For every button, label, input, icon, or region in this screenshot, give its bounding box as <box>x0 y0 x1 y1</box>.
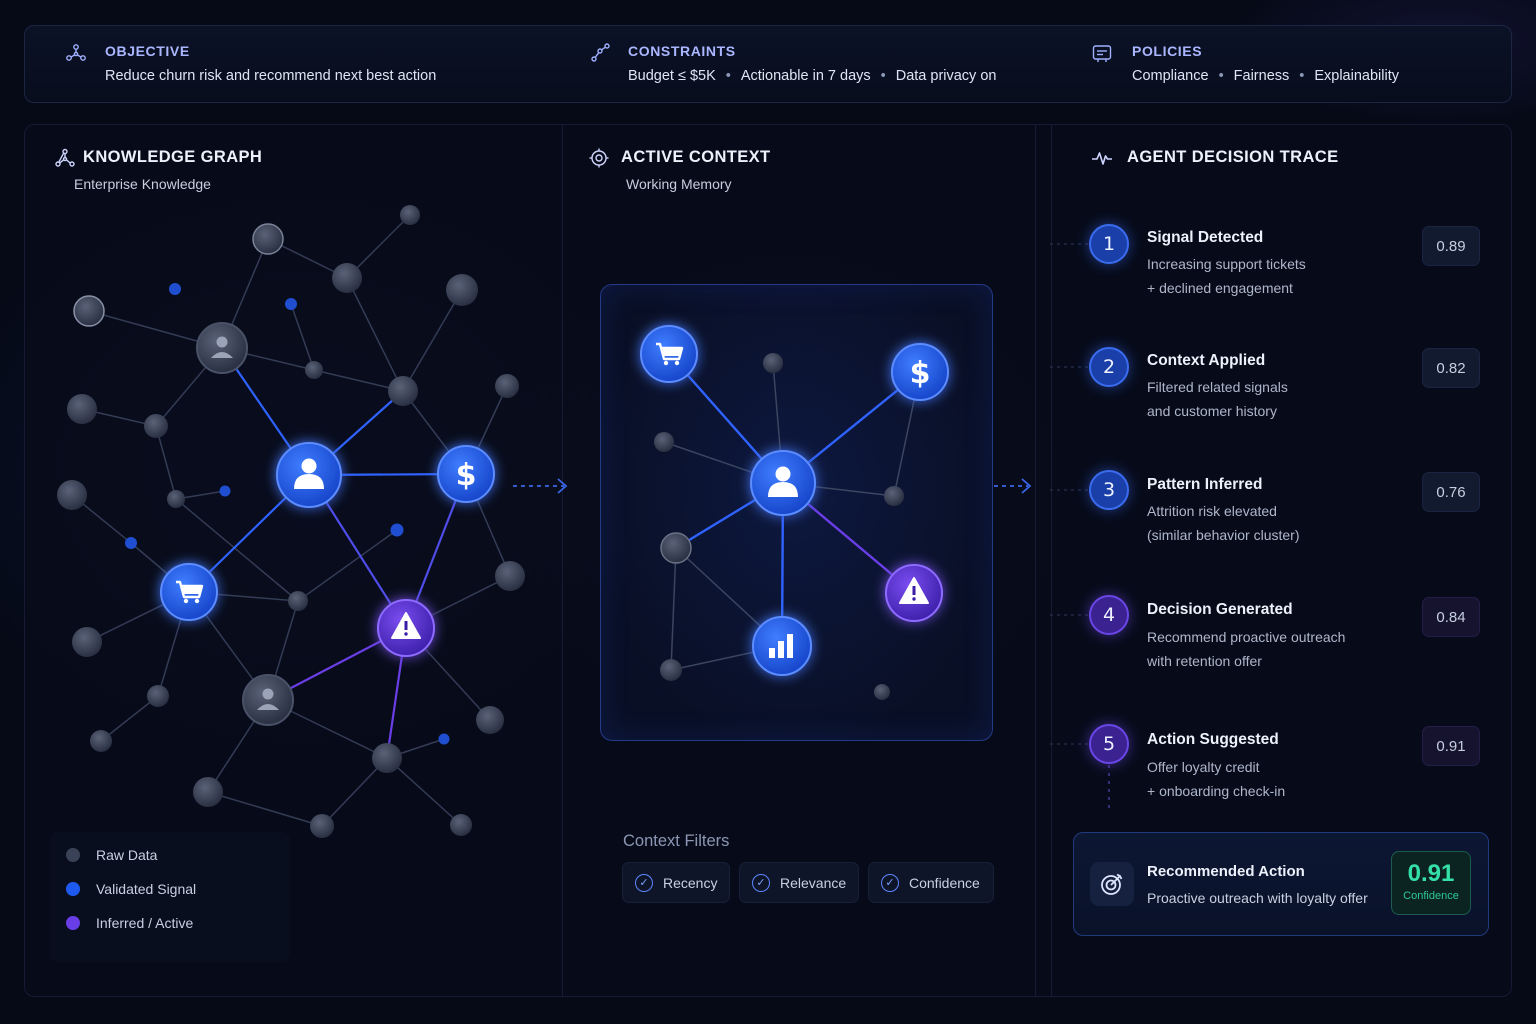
step-title: Context Applied <box>1147 352 1266 369</box>
step-description: Attrition risk elevated (similar behavior… <box>1147 500 1397 547</box>
confidence-value: 0.91 <box>1407 860 1455 887</box>
pulse-icon <box>1092 152 1112 165</box>
step-number: 5 <box>1089 724 1129 764</box>
step-desc-line: + onboarding check-in <box>1147 782 1286 799</box>
check-icon: ✓ <box>752 873 770 892</box>
context-user-node <box>750 450 816 516</box>
step-title: Signal Detected <box>1147 229 1264 246</box>
context-dollar-node: $ <box>891 343 949 401</box>
step-number: 3 <box>1089 470 1129 510</box>
context-cart-node <box>640 325 698 383</box>
step-description: Recommend proactive outreach with retenti… <box>1147 626 1397 673</box>
context-warning-node <box>885 564 943 622</box>
step-desc-line: Increasing support tickets <box>1147 256 1306 272</box>
confidence-badge: 0.91 Confidence <box>1391 851 1471 915</box>
target-arrow-icon <box>1090 862 1134 906</box>
step-number: 1 <box>1089 224 1129 264</box>
filter-label: Recency <box>663 874 718 891</box>
svg-text:$: $ <box>910 356 931 391</box>
step-score: 0.82 <box>1422 348 1480 388</box>
context-filters-title: Context Filters <box>623 832 730 850</box>
filter-label: Confidence <box>909 874 980 891</box>
step-description: Filtered related signals and customer his… <box>1147 376 1397 423</box>
step-score: 0.84 <box>1422 597 1480 637</box>
step-score: 0.91 <box>1422 726 1480 766</box>
filter-relevance[interactable]: ✓ Relevance <box>739 862 859 903</box>
step-description: Increasing support tickets + declined eng… <box>1147 253 1397 300</box>
filter-label: Relevance <box>780 874 847 891</box>
decision-trace-title: AGENT DECISION TRACE <box>1127 148 1339 166</box>
step-desc-line: and customer history <box>1147 402 1277 419</box>
step-number: 2 <box>1089 347 1129 387</box>
step-title: Pattern Inferred <box>1147 476 1263 493</box>
step-desc-line: + declined engagement <box>1147 279 1293 296</box>
step-desc-line: Filtered related signals <box>1147 379 1288 395</box>
check-icon: ✓ <box>881 873 899 892</box>
step-desc-line: with retention offer <box>1147 652 1262 669</box>
step-score: 0.76 <box>1422 472 1480 512</box>
recommended-action-card[interactable]: Recommended Action Proactive outreach wi… <box>1073 832 1489 936</box>
filter-recency[interactable]: ✓ Recency <box>622 862 730 903</box>
confidence-label: Confidence <box>1403 890 1459 902</box>
recommended-action-title: Recommended Action <box>1147 863 1305 880</box>
filter-confidence[interactable]: ✓ Confidence <box>868 862 994 903</box>
step-number: 4 <box>1089 595 1129 635</box>
step-desc-line: Offer loyalty credit <box>1147 759 1260 775</box>
step-score: 0.89 <box>1422 226 1480 266</box>
recommended-action-text: Proactive outreach with loyalty offer <box>1147 890 1368 906</box>
step-desc-line: Recommend proactive outreach <box>1147 629 1346 645</box>
context-chart-node <box>752 616 812 676</box>
check-icon: ✓ <box>635 873 653 892</box>
step-description: Offer loyalty credit + onboarding check-i… <box>1147 756 1397 803</box>
bar-chart-icon <box>769 648 775 658</box>
step-title: Decision Generated <box>1147 601 1293 618</box>
step-title: Action Suggested <box>1147 731 1279 748</box>
step-desc-line: (similar behavior cluster) <box>1147 526 1300 543</box>
step-desc-line: Attrition risk elevated <box>1147 503 1277 519</box>
